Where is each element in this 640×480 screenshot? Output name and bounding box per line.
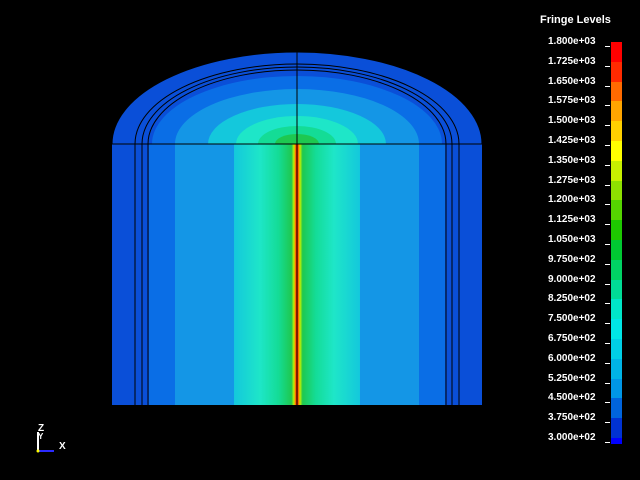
legend-level-label: 4.500e+02 [548,392,596,404]
legend-level-label: 7.500e+02 [548,313,596,325]
legend-color-swatch [611,61,622,82]
legend-color-swatch [611,279,622,300]
legend-level-tick [605,105,610,107]
legend-level-label: 1.425e+03 [548,135,596,146]
legend-level-tick [605,442,610,443]
dome-fringe [111,51,483,145]
legend-level-tick [605,244,610,245]
axis-triad-icon: Z Y X [30,420,75,460]
legend-level-label: 1.575e+03 [548,95,596,107]
legend-level-tick [605,125,610,127]
legend-color-swatch [611,438,622,444]
legend-color-swatch [611,299,622,320]
legend-color-swatch [611,220,622,241]
legend-level-tick [605,204,610,206]
legend-color-swatch [611,141,622,161]
legend-level-label: 8.250e+02 [548,293,596,305]
legend-color-swatch [611,378,622,399]
legend-level-tick [605,382,610,384]
legend-color-swatch [611,42,622,62]
legend-color-swatch [611,319,622,340]
legend-level-label: 1.125e+03 [548,214,596,226]
model-viewport[interactable] [0,0,640,480]
legend-level-tick [605,303,610,305]
legend-color-swatch [611,240,622,260]
legend-level-label: 9.000e+02 [548,273,596,285]
legend-color-swatch [611,160,622,181]
legend-color-swatch [611,418,622,439]
legend-level-tick [605,46,610,47]
legend-level-tick [605,164,610,166]
legend-level-tick [605,65,610,67]
legend-level-tick [605,362,610,364]
legend-level-tick [605,224,610,226]
body-fringe [112,143,482,405]
legend-level-label: 1.500e+03 [548,115,596,127]
triad-graphic [36,432,54,453]
triad-x-label: X [59,441,66,452]
legend-level-label: 6.000e+02 [548,352,596,364]
legend-color-swatch [611,398,622,419]
legend-level-label: 9.750e+02 [548,253,596,265]
legend-level-label: 1.800e+03 [548,36,596,47]
legend-level-tick [605,343,610,344]
legend-level-label: 6.750e+02 [548,333,596,344]
legend-level-label: 1.050e+03 [548,234,596,245]
legend-color-swatch [611,121,622,142]
legend-color-swatch [611,101,622,122]
legend-color-swatch [611,180,622,201]
legend-color-swatch [611,358,622,379]
legend-title: Fringe Levels [540,14,611,26]
legend-level-tick [605,283,610,285]
legend-level-label: 3.750e+02 [548,412,596,424]
legend-level-label: 5.250e+02 [548,372,596,384]
legend-level-label: 1.650e+03 [548,75,596,87]
triad-origin [36,449,40,453]
legend-level-tick [605,323,610,325]
legend-level-tick [605,184,610,186]
legend-level-label: 3.000e+02 [548,432,596,443]
legend-color-swatch [611,339,622,359]
legend-level-tick [605,402,610,404]
legend-level-label: 1.200e+03 [548,194,596,206]
legend-level-tick [605,263,610,265]
legend-level-label: 1.275e+03 [548,174,596,186]
legend-level-label: 1.350e+03 [548,154,596,166]
legend-color-swatch [611,81,622,102]
legend-color-swatch [611,200,622,221]
triad-y-label: Y [38,432,44,441]
legend-color-swatch [611,259,622,280]
legend-level-tick [605,85,610,87]
legend-level-label: 1.725e+03 [548,55,596,67]
legend-level-tick [605,145,610,146]
legend-level-tick [605,422,610,424]
